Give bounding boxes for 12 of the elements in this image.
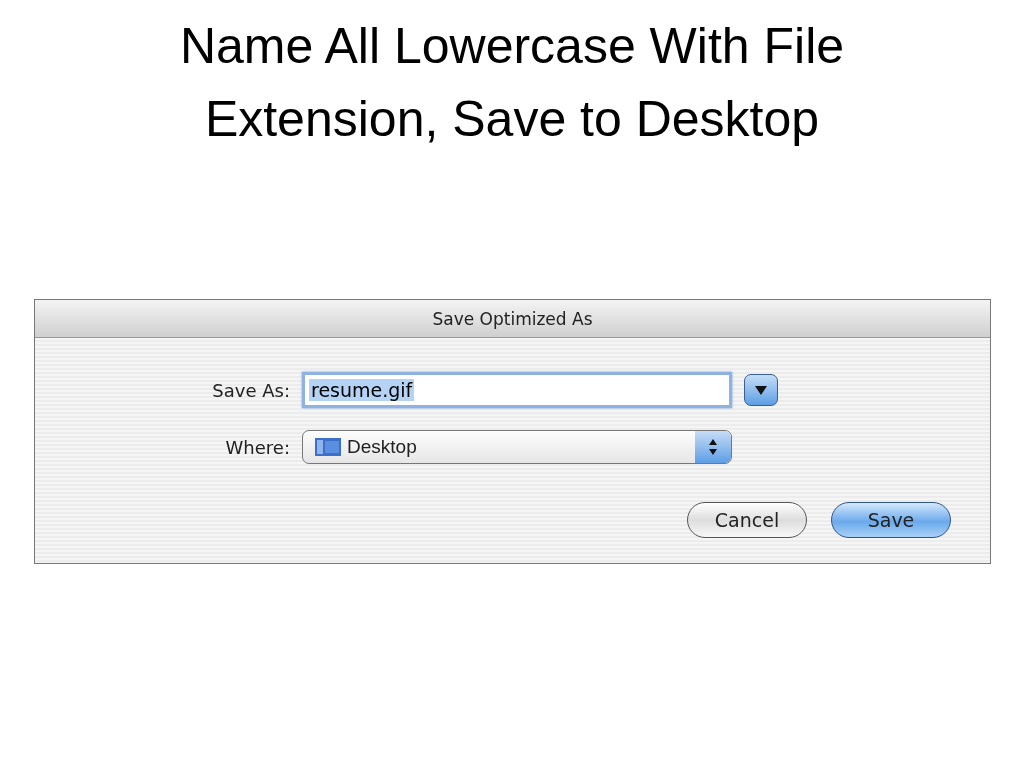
triangle-down-icon (755, 385, 767, 395)
slide-title: Name All Lowercase With File Extension, Save to Desktop (178, 17, 846, 149)
cancel-button[interactable]: Cancel (687, 502, 807, 538)
location-popup[interactable]: Desktop (302, 430, 732, 464)
dialog-title: Save Optimized As (432, 308, 593, 329)
desktop-icon (315, 438, 341, 456)
save-button[interactable]: Save (831, 502, 951, 538)
save-as-label: Save As: (212, 379, 290, 401)
where-label: Where: (225, 436, 290, 458)
expand-button[interactable] (744, 374, 778, 406)
filename-field[interactable]: resume.gif (302, 372, 732, 408)
stepper-arrows-icon (708, 438, 718, 456)
